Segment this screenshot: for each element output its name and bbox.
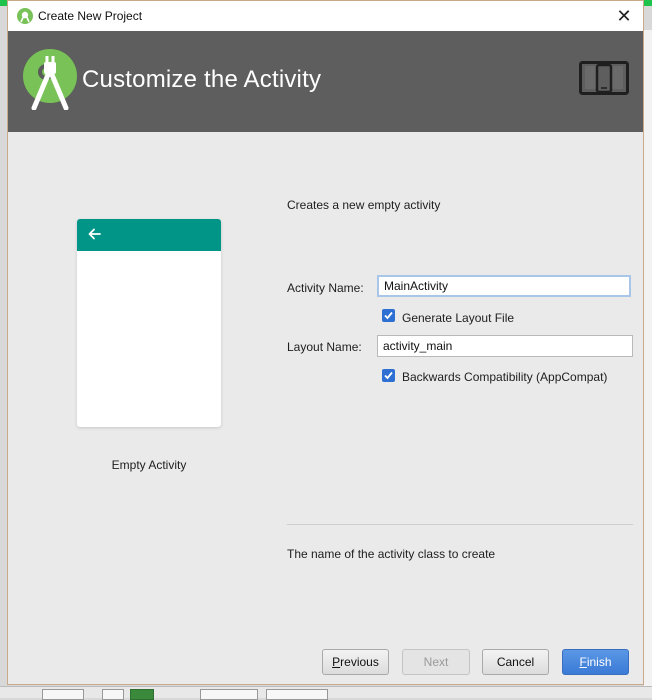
checkmark-icon: [384, 371, 393, 380]
background-taskbar-edge: [0, 686, 652, 700]
cancel-button[interactable]: Cancel: [482, 649, 549, 675]
finish-mnemonic: F: [579, 655, 587, 669]
android-studio-icon: [17, 8, 33, 24]
generate-layout-checkbox[interactable]: [382, 309, 395, 322]
finish-button[interactable]: Finish: [562, 649, 629, 675]
title-bar: Create New Project ✕: [8, 1, 643, 31]
layout-name-input[interactable]: [377, 335, 633, 357]
back-arrow-icon: [88, 228, 101, 240]
generate-layout-label: Generate Layout File: [402, 311, 515, 325]
preview-toolbar: [77, 219, 221, 251]
template-name: Empty Activity: [111, 458, 187, 472]
template-description: Creates a new empty activity: [287, 198, 441, 212]
close-icon[interactable]: ✕: [613, 5, 635, 27]
cancel-label: Cancel: [496, 655, 535, 669]
previous-label: revious: [340, 655, 379, 669]
window-title: Create New Project: [38, 9, 143, 23]
finish-label: inish: [586, 655, 612, 669]
page-title: Customize the Activity: [82, 66, 322, 93]
next-button[interactable]: Next: [402, 649, 470, 675]
phone-tablet-icon: [579, 61, 629, 95]
checkmark-icon: [384, 311, 393, 320]
divider: [287, 524, 633, 525]
backwards-compat-label: Backwards Compatibility (AppCompat): [402, 370, 608, 384]
previous-mnemonic: P: [332, 655, 341, 669]
next-label: Next: [423, 655, 449, 669]
background-window-edge: [644, 30, 652, 697]
create-project-dialog: Create New Project ✕ Customize the Activ…: [7, 0, 644, 685]
previous-button[interactable]: Previous: [322, 649, 389, 675]
activity-name-input[interactable]: [377, 275, 631, 297]
android-studio-logo: [23, 49, 77, 110]
layout-name-label: Layout Name:: [287, 340, 362, 354]
activity-name-label: Activity Name:: [287, 281, 364, 295]
backwards-compat-checkbox[interactable]: [382, 369, 395, 382]
activity-preview: [77, 219, 221, 427]
field-hint: The name of the activity class to create: [287, 547, 496, 561]
header-banner: Customize the Activity: [8, 31, 643, 132]
